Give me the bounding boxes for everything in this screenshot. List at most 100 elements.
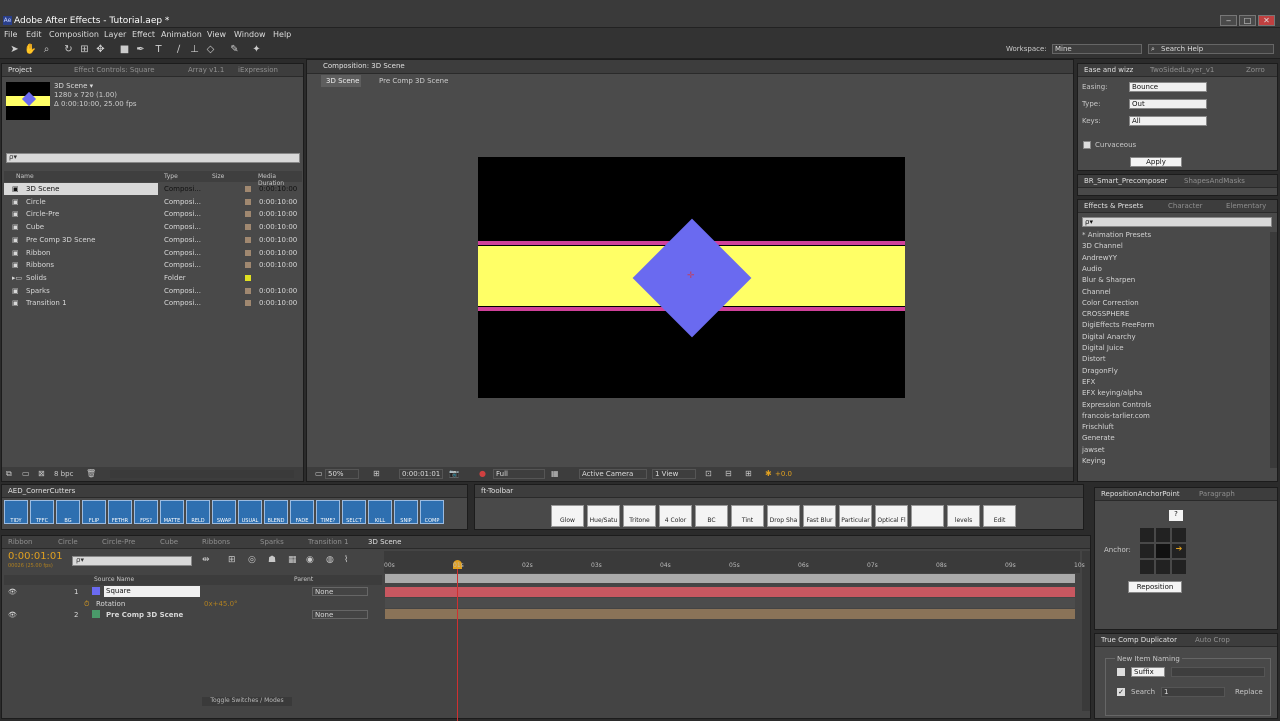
keys-select[interactable]: All bbox=[1129, 116, 1207, 126]
camera-select[interactable]: Active Camera bbox=[579, 469, 647, 479]
ft-toolbar-button[interactable]: 4 Color bbox=[659, 505, 692, 527]
project-item[interactable]: ▣ Ribbon Composi... 0:00:10:00 bbox=[4, 247, 297, 259]
exposure-icon[interactable]: ✱ bbox=[765, 469, 772, 478]
label-color-swatch[interactable] bbox=[245, 249, 251, 256]
suffix-select[interactable]: Suffix bbox=[1131, 667, 1165, 677]
ft-toolbar-button[interactable]: Hue/Satu bbox=[587, 505, 620, 527]
anchor-right[interactable]: ➔ bbox=[1172, 544, 1186, 558]
effect-category[interactable]: Generate bbox=[1082, 434, 1115, 442]
anchor-top-left[interactable] bbox=[1140, 528, 1154, 542]
timeline-tab[interactable]: Circle-Pre bbox=[102, 538, 135, 546]
aed-button[interactable]: BG bbox=[56, 500, 80, 524]
motion-blur-icon[interactable]: ◉ bbox=[306, 555, 314, 565]
effect-category[interactable]: Color Correction bbox=[1082, 299, 1139, 307]
tab-reposition-anchor[interactable]: RepositionAnchorPoint bbox=[1101, 490, 1180, 498]
aed-button[interactable]: MATTE bbox=[160, 500, 184, 524]
menu-composition[interactable]: Composition bbox=[49, 30, 99, 39]
toggle-pixel-icon[interactable]: ⊡ bbox=[705, 469, 712, 478]
aed-button[interactable]: FETHR bbox=[108, 500, 132, 524]
reposition-button[interactable]: Reposition bbox=[1128, 581, 1182, 593]
text-tool-icon[interactable]: T bbox=[152, 43, 165, 56]
zoom-select[interactable]: 50% bbox=[325, 469, 359, 479]
timeline-tab[interactable]: Cube bbox=[160, 538, 178, 546]
graph-editor-icon[interactable]: ⌇ bbox=[344, 555, 348, 565]
eye-icon[interactable]: 👁 bbox=[8, 588, 17, 596]
snapshot-icon[interactable]: 📷 bbox=[449, 469, 459, 478]
aed-button[interactable]: FADE bbox=[290, 500, 314, 524]
layer-name-input[interactable]: Square bbox=[104, 586, 200, 597]
tab-shapes-masks[interactable]: ShapesAndMasks bbox=[1184, 177, 1245, 185]
resolution-select[interactable]: Full bbox=[493, 469, 545, 479]
timeline-v-scrollbar[interactable] bbox=[1082, 551, 1090, 711]
aed-button[interactable]: BLEND bbox=[264, 500, 288, 524]
rectangle-tool-icon[interactable]: ■ bbox=[118, 43, 131, 56]
project-item[interactable]: ▣ Pre Comp 3D Scene Composi... 0:00:10:00 bbox=[4, 234, 297, 246]
effect-category[interactable]: Channel bbox=[1082, 288, 1111, 296]
effects-scrollbar[interactable] bbox=[1270, 232, 1277, 468]
close-button[interactable]: ✕ bbox=[1258, 15, 1275, 26]
label-color-swatch[interactable] bbox=[245, 300, 251, 307]
bpc-label[interactable]: 8 bpc bbox=[54, 470, 73, 478]
anchor-top[interactable] bbox=[1156, 528, 1170, 542]
menu-window[interactable]: Window bbox=[234, 30, 266, 39]
effect-category[interactable]: Blur & Sharpen bbox=[1082, 276, 1135, 284]
pan-behind-tool-icon[interactable]: ✥ bbox=[94, 43, 107, 56]
breadcrumb-3d-scene[interactable]: 3D Scene bbox=[321, 75, 361, 87]
brush-tool-icon[interactable]: ∕ bbox=[172, 43, 185, 56]
tab-composition[interactable]: Composition: 3D Scene bbox=[323, 62, 405, 70]
aed-button[interactable]: USUAL bbox=[238, 500, 262, 524]
anchor-left[interactable] bbox=[1140, 544, 1154, 558]
puppet-tool-icon[interactable]: ✦ bbox=[250, 43, 263, 56]
effect-category[interactable]: Expression Controls bbox=[1082, 401, 1151, 409]
timeline-tab[interactable]: Ribbon bbox=[8, 538, 32, 546]
effects-search-input[interactable]: ρ▾ bbox=[1082, 217, 1272, 227]
new-comp-icon[interactable]: ⊠ bbox=[38, 469, 45, 478]
tab-project[interactable]: Project bbox=[8, 66, 32, 74]
menu-help[interactable]: Help bbox=[273, 30, 291, 39]
project-h-scrollbar[interactable] bbox=[110, 470, 294, 478]
aed-button[interactable]: SNIP bbox=[394, 500, 418, 524]
aed-button[interactable]: FLIP bbox=[82, 500, 106, 524]
toggle-switches-modes[interactable]: Toggle Switches / Modes bbox=[202, 697, 292, 706]
label-color-swatch[interactable] bbox=[245, 211, 251, 218]
eye-icon[interactable]: 👁 bbox=[8, 611, 17, 619]
effect-category[interactable]: EFX keying/alpha bbox=[1082, 389, 1142, 397]
timeline-tab[interactable]: Ribbons bbox=[202, 538, 230, 546]
ft-toolbar-button[interactable] bbox=[911, 505, 944, 527]
effect-category[interactable]: jawset bbox=[1082, 446, 1105, 454]
header-type[interactable]: Type bbox=[164, 173, 178, 180]
effect-category[interactable]: Distort bbox=[1082, 355, 1106, 363]
anchor-center[interactable] bbox=[1156, 544, 1170, 558]
effect-category[interactable]: DragonFly bbox=[1082, 367, 1118, 375]
tab-ease-wizz[interactable]: Ease and wizz bbox=[1084, 66, 1133, 74]
ft-toolbar-button[interactable]: Edit bbox=[983, 505, 1016, 527]
aed-button[interactable]: FPS? bbox=[134, 500, 158, 524]
frame-blending-icon[interactable]: ▦ bbox=[288, 555, 297, 565]
search-checkbox[interactable]: ✓ bbox=[1117, 688, 1125, 696]
timeline-timecode[interactable]: 0:00:01:01 bbox=[8, 551, 63, 562]
timeline-tab[interactable]: Circle bbox=[58, 538, 78, 546]
ft-toolbar-button[interactable]: Drop Sha bbox=[767, 505, 800, 527]
hand-tool-icon[interactable]: ✋ bbox=[24, 43, 37, 56]
effect-category[interactable]: EFX bbox=[1082, 378, 1095, 386]
anchor-point-icon[interactable]: ✛ bbox=[687, 271, 695, 281]
pen-tool-icon[interactable]: ✒ bbox=[134, 43, 147, 56]
preview-icon[interactable]: ▭ bbox=[315, 469, 323, 478]
label-color-swatch[interactable] bbox=[245, 287, 251, 294]
effect-category[interactable]: Keying bbox=[1082, 457, 1106, 465]
header-source-name[interactable]: Source Name bbox=[94, 576, 134, 583]
camera-tool-icon[interactable]: ⊞ bbox=[78, 43, 91, 56]
aed-button[interactable]: TFFC bbox=[30, 500, 54, 524]
header-size[interactable]: Size bbox=[212, 173, 224, 180]
search-help-input[interactable]: Search Help bbox=[1148, 44, 1274, 54]
project-item[interactable]: ▸▭ Solids Folder bbox=[4, 272, 296, 284]
search-value-input[interactable]: 1 bbox=[1161, 687, 1225, 697]
work-area-bar[interactable] bbox=[385, 574, 1075, 583]
header-name[interactable]: Name bbox=[16, 173, 34, 180]
ft-toolbar-button[interactable]: Optical Fl bbox=[875, 505, 908, 527]
timeline-icon[interactable]: ⊞ bbox=[745, 469, 752, 478]
stopwatch-icon[interactable]: ⏱ bbox=[84, 600, 89, 609]
parent-select[interactable]: None bbox=[312, 610, 368, 619]
timeline-tab[interactable]: Sparks bbox=[260, 538, 284, 546]
tab-ft-toolbar[interactable]: ft-Toolbar bbox=[481, 487, 513, 495]
